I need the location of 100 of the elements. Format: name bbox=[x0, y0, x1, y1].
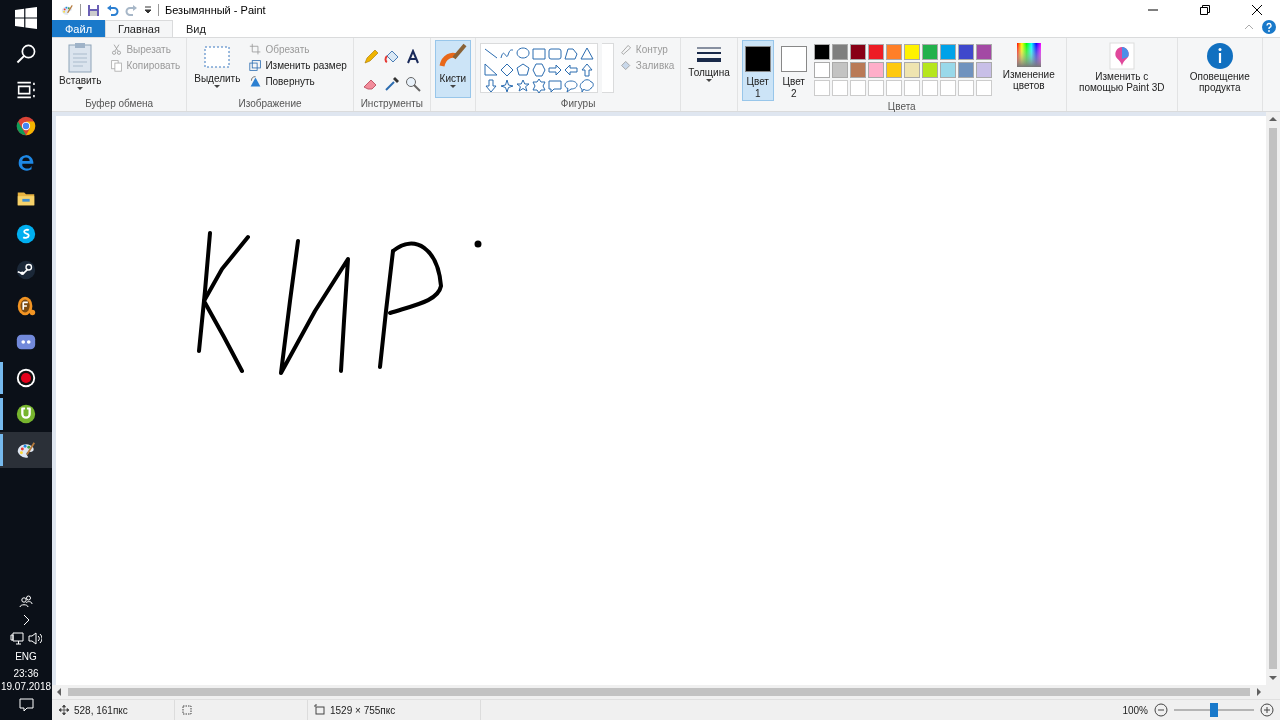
collapse-ribbon-icon[interactable] bbox=[1244, 24, 1254, 30]
taskbar-app-button[interactable] bbox=[0, 432, 52, 468]
plus-circle-icon bbox=[1260, 703, 1274, 717]
zoom-slider-thumb[interactable] bbox=[1210, 703, 1218, 717]
color-swatch[interactable] bbox=[975, 44, 992, 60]
hexagon-icon bbox=[530, 62, 547, 78]
network-icon[interactable] bbox=[10, 632, 24, 645]
color-swatch[interactable] bbox=[939, 44, 956, 60]
paint-3d-button[interactable]: Изменить с помощью Paint 3D bbox=[1070, 40, 1173, 98]
redo-icon[interactable] bbox=[125, 3, 138, 17]
color-swatch[interactable] bbox=[813, 62, 830, 78]
chevron-icon[interactable] bbox=[22, 614, 30, 626]
color-swatch[interactable] bbox=[831, 62, 848, 78]
shape-tool[interactable] bbox=[530, 78, 547, 94]
dropdown-icon[interactable] bbox=[144, 5, 152, 15]
paste-button[interactable]: Вставить bbox=[56, 40, 105, 98]
color-swatch[interactable] bbox=[831, 44, 848, 60]
resize-icon bbox=[249, 59, 263, 72]
shape-tool[interactable] bbox=[562, 78, 579, 94]
clock-date[interactable]: 19.07.2018 bbox=[0, 681, 52, 692]
volume-icon[interactable] bbox=[28, 632, 42, 645]
shape-tool[interactable] bbox=[546, 62, 563, 78]
shape-tool[interactable] bbox=[578, 62, 595, 78]
group-label: Цвета bbox=[886, 101, 917, 112]
shape-tool[interactable] bbox=[530, 62, 547, 78]
shape-tool[interactable] bbox=[514, 62, 531, 78]
color-swatch[interactable] bbox=[903, 62, 920, 78]
tricolor-circle-icon bbox=[15, 115, 37, 137]
shape-tool[interactable] bbox=[562, 62, 579, 78]
oval-callout-icon bbox=[562, 78, 579, 94]
search-icon bbox=[15, 43, 37, 65]
product-alert-button[interactable]: Оповещение продукта bbox=[1181, 40, 1258, 98]
save-icon[interactable] bbox=[87, 3, 100, 17]
shape-tool[interactable] bbox=[578, 78, 595, 94]
color-swatch[interactable] bbox=[867, 62, 884, 78]
color-swatch[interactable] bbox=[903, 44, 920, 60]
shape-tool[interactable] bbox=[578, 46, 595, 62]
color-swatch[interactable] bbox=[921, 62, 938, 78]
six-point-star-icon bbox=[530, 78, 547, 94]
color-slot-button[interactable]: Цвет 2 bbox=[777, 40, 810, 101]
shape-tool[interactable] bbox=[546, 78, 563, 94]
undo-icon[interactable] bbox=[106, 3, 119, 17]
down-arrow-icon bbox=[1269, 675, 1277, 681]
diamond-icon bbox=[498, 62, 515, 78]
paint-palette-icon[interactable] bbox=[60, 3, 74, 17]
horizontal-scrollbar[interactable] bbox=[52, 685, 1280, 699]
people-icon[interactable] bbox=[19, 594, 33, 608]
language-indicator[interactable]: ENG bbox=[15, 651, 37, 662]
color-swatch[interactable] bbox=[849, 44, 866, 60]
clock-time[interactable]: 23:36 bbox=[13, 668, 39, 679]
caret-icon bbox=[214, 85, 221, 89]
shape-tool[interactable] bbox=[482, 62, 499, 78]
vertical-scrollbar[interactable] bbox=[1266, 112, 1280, 685]
color-swatch[interactable] bbox=[885, 44, 902, 60]
up-arrow-icon bbox=[1269, 116, 1277, 122]
color-swatch[interactable] bbox=[975, 62, 992, 78]
image-size-icon bbox=[314, 704, 326, 716]
help-icon[interactable] bbox=[1262, 20, 1276, 34]
shape-tool[interactable] bbox=[482, 78, 499, 94]
ribbon-tab[interactable]: Вид bbox=[172, 20, 219, 37]
shape-tool[interactable] bbox=[514, 46, 531, 62]
fill-tool[interactable] bbox=[382, 48, 401, 66]
group-label: Инструменты bbox=[359, 98, 425, 111]
resize-button[interactable]: Изменить размер bbox=[247, 58, 349, 73]
brushes-button[interactable]: Кисти bbox=[434, 40, 471, 98]
zoom-out-button[interactable] bbox=[1154, 703, 1168, 717]
notification-icon[interactable] bbox=[18, 698, 34, 712]
color-slot-button[interactable]: Цвет 1 bbox=[741, 40, 774, 101]
copy-icon bbox=[110, 59, 124, 72]
color-swatch[interactable] bbox=[849, 62, 866, 78]
crop-icon bbox=[249, 43, 263, 56]
scissors-icon bbox=[110, 43, 124, 56]
pencil-tool[interactable] bbox=[361, 48, 380, 66]
ribbon-tab[interactable]: Файл bbox=[52, 20, 106, 37]
clipboard-icon bbox=[66, 42, 95, 74]
color-swatch[interactable] bbox=[957, 44, 974, 60]
edit-colors-button[interactable]: Изменение цветов bbox=[995, 40, 1062, 101]
magnifier-tool[interactable] bbox=[403, 75, 422, 93]
caret-icon bbox=[449, 85, 456, 89]
rotate-button[interactable]: Повернуть bbox=[247, 74, 349, 89]
cloud-callout-icon bbox=[578, 78, 595, 94]
color-swatch[interactable] bbox=[921, 44, 938, 60]
shape-tool[interactable] bbox=[498, 62, 515, 78]
shape-tool[interactable] bbox=[514, 78, 531, 94]
size-button[interactable]: Толщина bbox=[685, 40, 733, 98]
ribbon-tab[interactable]: Главная bbox=[105, 20, 173, 37]
shape-tool[interactable] bbox=[498, 78, 515, 94]
shape-tool[interactable] bbox=[546, 46, 563, 62]
zoom-in-button[interactable] bbox=[1260, 703, 1274, 717]
color-swatch[interactable] bbox=[885, 62, 902, 78]
down-arrow-icon bbox=[482, 78, 499, 94]
windows-logo-icon bbox=[15, 7, 37, 29]
color-swatch[interactable] bbox=[867, 44, 884, 60]
shape-tool[interactable] bbox=[562, 46, 579, 62]
left-arrow-icon bbox=[56, 688, 62, 696]
color-swatch[interactable] bbox=[939, 62, 956, 78]
select-button[interactable]: Выделить bbox=[191, 40, 244, 98]
color-swatch[interactable] bbox=[957, 62, 974, 78]
color-swatch[interactable] bbox=[813, 44, 830, 60]
color-spectrum-icon bbox=[1015, 42, 1042, 68]
